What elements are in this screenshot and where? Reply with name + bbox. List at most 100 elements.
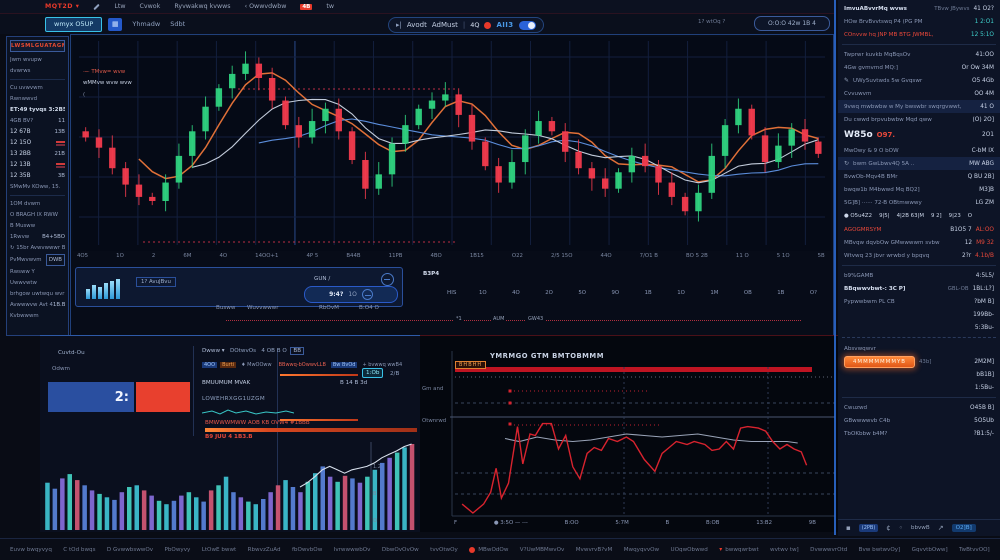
- bl-hdr-mid[interactable]: DOtwvOs: [230, 348, 256, 354]
- detail-row[interactable]: Twprwr kuvkb MqBqsOv41:OO: [838, 48, 1000, 61]
- detail-row[interactable]: bB1B]: [838, 368, 1000, 381]
- highlight-button[interactable]: 4MMMMMMMYB: [844, 356, 915, 368]
- score-box[interactable]: 2:: [48, 382, 134, 412]
- statusbar-item-8[interactable]: DbwOvOvOw: [382, 547, 419, 553]
- watchlist-row[interactable]: PvMwvwvmDWB: [10, 254, 65, 266]
- detail-row[interactable]: 5G]B] ······ 72-B OBtmwwwyLG ZM: [838, 196, 1000, 209]
- detail-row[interactable]: ✎UWy5uvtwds 5w GvqswrO5 4Gb: [838, 74, 1000, 87]
- statusbar-item-4[interactable]: LtOwE bwwt: [202, 547, 237, 553]
- statusbar-item-12[interactable]: MvwvrvB?vM: [576, 547, 613, 553]
- menubar-item-3[interactable]: Cvwok: [140, 3, 161, 10]
- detail-row[interactable]: bwqw1b M4bwwd Mq BQ2]M3]B: [838, 183, 1000, 196]
- watchlist-row[interactable]: brhgow uwtwqu wvr mwvww: [10, 289, 65, 299]
- detail-row[interactable]: Absvwqwvr: [838, 342, 1000, 355]
- detail-row[interactable]: CvvuwvmOO 4M: [838, 87, 1000, 100]
- detail-row[interactable]: TbOKbbw b4M??B1:5/-: [838, 427, 1000, 440]
- tag-chip[interactable]: BBwwq-bOwwvLLB: [277, 362, 328, 368]
- detail-row[interactable]: HOw BrvBvvtswq P4 (PG PM1 2:O1: [838, 15, 1000, 28]
- statusbar-item-14[interactable]: UOqwObwwd: [671, 547, 708, 553]
- statusbar-item-3[interactable]: PbOwyvy: [165, 547, 191, 553]
- detail-row[interactable]: BvwOb-Mqv4B BMrQ BU 2B]: [838, 170, 1000, 183]
- watchlist-row[interactable]: 4GB BV?11: [10, 116, 65, 126]
- candlestick-chart[interactable]: [73, 37, 831, 251]
- toolbar-item-2[interactable]: Sdbt: [170, 20, 185, 28]
- bl-subtitle[interactable]: Odwm: [52, 366, 70, 372]
- statusbar-item-9[interactable]: tvvOtwOy: [430, 547, 458, 553]
- detail-row[interactable]: W85oO97.2O1: [838, 126, 1000, 144]
- footer-icon[interactable]: ¢: [886, 524, 890, 532]
- menubar-item-4[interactable]: Ryvwakwq kvwws: [174, 3, 230, 10]
- watchlist-row[interactable]: 1OM dvwm: [10, 199, 65, 209]
- ai-mode-label[interactable]: AII3: [496, 21, 513, 29]
- detail-row[interactable]: Wtvwq 23 jbvr wrwbd y bpqvq2?r4.1b/B: [838, 249, 1000, 262]
- watchlist-row[interactable]: Uwwvwtw: [10, 278, 65, 288]
- detail-row[interactable]: 4Gw gvmvmd MQ:]Or Ow 34M: [838, 61, 1000, 74]
- timeframe-label[interactable]: 4Q: [470, 21, 479, 29]
- grid-view-button[interactable]: ▦: [108, 18, 122, 31]
- watchlist-row[interactable]: O BRAGH IX RWW: [10, 210, 65, 220]
- watchlist-row[interactable]: 12 35B3B: [10, 171, 65, 181]
- chart-info-pill[interactable]: O:O:O 42w 1B 4: [754, 16, 830, 31]
- footer-icon[interactable]: ◦: [899, 524, 903, 532]
- bl-dropdown[interactable]: Dwww ▾: [202, 348, 225, 354]
- menubar-item-0[interactable]: MQT2D ▾: [45, 3, 79, 10]
- watchlist-row[interactable]: 1RwvwB4+5BO: [10, 232, 65, 242]
- detail-row[interactable]: b9%GAMB4:5L5/: [838, 269, 1000, 282]
- alert-box[interactable]: [136, 382, 190, 412]
- volume-bar-chart[interactable]: [44, 437, 416, 532]
- detail-row[interactable]: 4MMMMMMMYB43b]2M2M]: [838, 355, 1000, 368]
- watchlist-row[interactable]: 13 2BB21B: [10, 149, 65, 159]
- detail-row[interactable]: 1:5Bu-: [838, 381, 1000, 394]
- price-badge[interactable]: 1:Ob: [362, 368, 383, 378]
- volume-summary-card[interactable]: 1? AvuJBvu GUN / 9:4? 1O: [75, 267, 403, 307]
- watchlist-row[interactable]: Kvbwwwm: [10, 311, 65, 321]
- watchlist-row[interactable]: 12 13B: [10, 160, 65, 170]
- detail-row[interactable]: ImvuABvvrMq wvwsTBvw JBywvs41 O2?: [838, 2, 1000, 15]
- detail-row[interactable]: Du cwwd brpvubwbw Mqd qww(O) 2O]: [838, 113, 1000, 126]
- detail-row[interactable]: COnvvw hq JNP MB BTG JWMBL,12 5:1O: [838, 28, 1000, 41]
- statusbar-item-17[interactable]: DvwwwvrOtd: [810, 547, 847, 553]
- detail-row[interactable]: 5:3Bu-: [838, 321, 1000, 334]
- detail-row[interactable]: MwOwy & 9 O bOWC-bM IX: [838, 144, 1000, 157]
- watchlist-row[interactable]: B Musww: [10, 221, 65, 231]
- detail-row[interactable]: ↻bwm GwLbwv4Q 5A ..MW ABG: [838, 157, 1000, 170]
- tag-chip[interactable]: Bw BvOd: [331, 362, 358, 368]
- statusbar-item-6[interactable]: fbOwvbOw: [292, 547, 322, 553]
- mode-label-2[interactable]: AdMust: [432, 21, 458, 29]
- statusbar-item-5[interactable]: RbwvzZuAd: [248, 547, 281, 553]
- statusbar-item-18[interactable]: Bvw bwtwvOy]: [859, 547, 901, 553]
- menubar-item-7[interactable]: tw: [326, 3, 334, 10]
- statusbar-item-2[interactable]: D GvwwbswwOv: [107, 547, 153, 553]
- footer-pill[interactable]: O2]B]: [952, 524, 976, 532]
- menubar-item-5[interactable]: ‹ Owwvdwbw: [245, 3, 287, 10]
- footer-icon[interactable]: ↗: [938, 524, 944, 532]
- mode-label-1[interactable]: Avodt: [407, 21, 427, 29]
- watchlist-header[interactable]: LWSMLGUATAGMS: [10, 40, 65, 52]
- statusbar-item-7[interactable]: IvrwwwwbOv: [334, 547, 371, 553]
- detail-row[interactable]: MBvqw dqvbOw GMwwwwm svbw12M9 32: [838, 236, 1000, 249]
- watchlist-row[interactable]: Rwnwwvd: [10, 94, 65, 104]
- statusbar-item-16[interactable]: wvtwv tw]: [770, 547, 799, 553]
- detail-row[interactable]: BBqwwvbwt-: 3C P]GBL-OB1BL:L?]: [838, 282, 1000, 295]
- detail-row[interactable]: Pypwwbwm PL CB?bM B]: [838, 295, 1000, 308]
- strip-label[interactable]: Wuvvwwwr: [247, 305, 279, 311]
- play-icon[interactable]: ▸|: [396, 21, 402, 29]
- watchlist-row[interactable]: ET:49 tyvqs 3:2B5: [10, 105, 65, 115]
- statusbar-item-10[interactable]: MBwOdOw: [469, 547, 508, 553]
- tag-chip[interactable]: 4OO: [202, 362, 217, 368]
- statusbar-item-13[interactable]: MwqyqvvOw: [624, 547, 659, 553]
- statusbar-item-1[interactable]: C tOd bwqs: [63, 547, 95, 553]
- watchlist-row[interactable]: ↻ 15br Avwvwwwr B: [10, 243, 65, 253]
- detail-row[interactable]: GBwwwwvb C4b5O5Ub: [838, 414, 1000, 427]
- detail-row[interactable]: AGOGMRSYMB1O5 7AL:OO: [838, 223, 1000, 236]
- tag-chip[interactable]: Burti: [220, 362, 236, 368]
- watchlist-row[interactable]: dvwrws: [10, 66, 65, 76]
- strip-label[interactable]: B:O4 O: [359, 305, 379, 311]
- toolbar-item-1[interactable]: Yhmadw: [132, 20, 160, 28]
- symbol-button[interactable]: wmyx O5UP: [45, 17, 102, 32]
- globe-icon[interactable]: [381, 273, 394, 286]
- statusbar-item-0[interactable]: Euvw bwqyvyq: [10, 547, 52, 553]
- watchlist-row[interactable]: 12 15O: [10, 138, 65, 148]
- volume-chip[interactable]: 1? AvuJBvu: [136, 277, 176, 287]
- statusbar-item-15[interactable]: ▾bwwqwrbwt: [719, 546, 758, 553]
